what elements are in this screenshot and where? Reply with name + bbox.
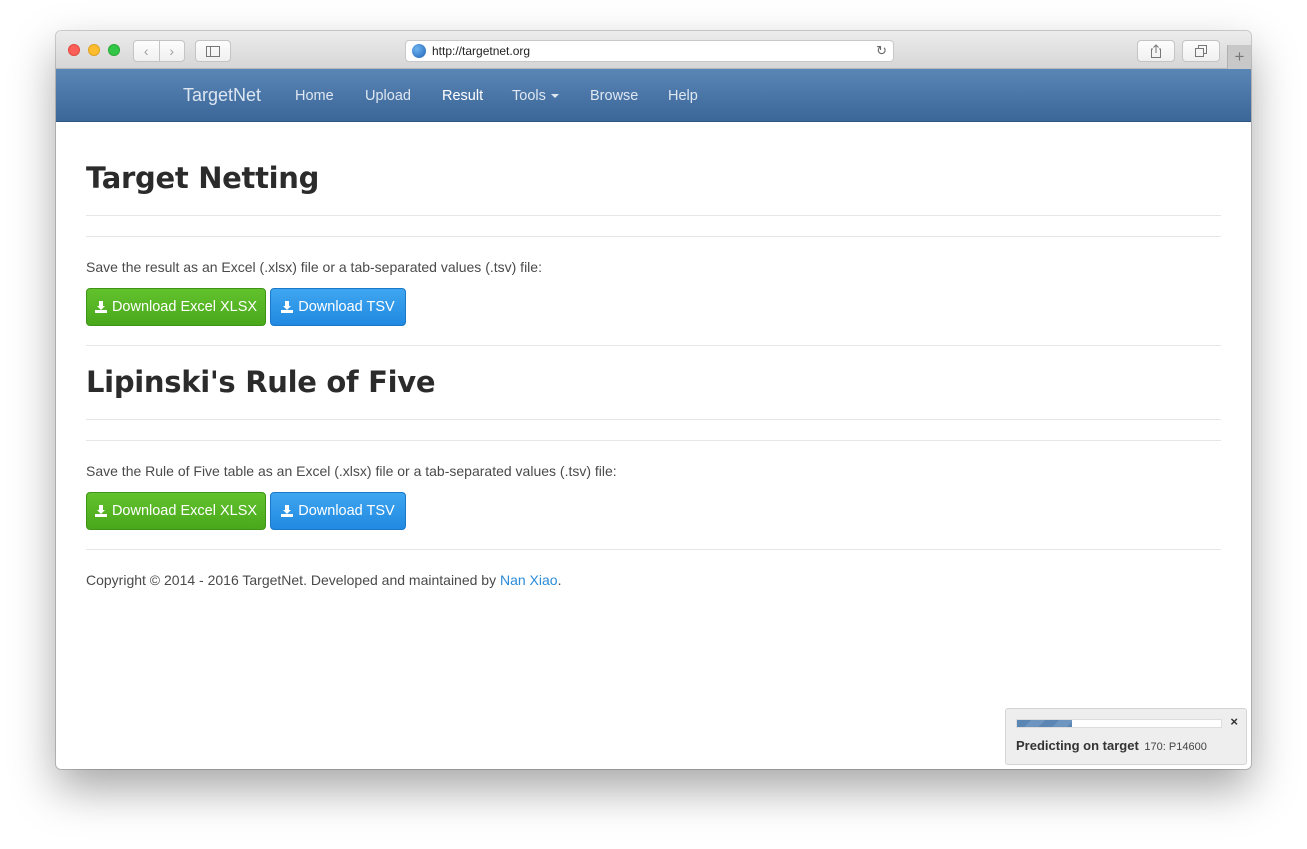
footer-end: . <box>557 572 562 588</box>
url-text: http://targetnet.org <box>432 44 531 58</box>
address-bar[interactable]: http://targetnet.org ↻ <box>405 40 894 62</box>
brand-link[interactable]: TargetNet <box>183 85 261 106</box>
close-window-button[interactable] <box>68 44 80 56</box>
site-navbar: TargetNet Home Upload Result Tools Brows… <box>56 69 1251 122</box>
divider <box>86 345 1221 346</box>
divider <box>86 440 1221 441</box>
button-label: Download Excel XLSX <box>111 299 258 315</box>
title-bar: ‹ › http://targetnet.org ↻ + <box>56 31 1251 69</box>
section-title-lipinski: Lipinski's Rule of Five <box>86 365 436 399</box>
caret-down-icon <box>550 94 559 99</box>
footer: Copyright © 2014 - 2016 TargetNet. Devel… <box>86 572 561 588</box>
divider <box>86 549 1221 550</box>
author-link[interactable]: Nan Xiao <box>500 572 558 588</box>
nav-tools-dropdown[interactable]: Tools <box>512 88 559 104</box>
nav-tools-label: Tools <box>512 88 546 104</box>
share-button[interactable] <box>1137 40 1175 62</box>
download-xlsx-button[interactable]: Download Excel XLSX <box>86 288 266 326</box>
chevron-left-icon[interactable]: ‹ <box>134 41 159 61</box>
progress-bar <box>1016 719 1222 728</box>
sidebar-icon <box>206 45 220 57</box>
progress-notification: × Predicting on target 170: P14600 <box>1005 708 1247 765</box>
reload-icon[interactable]: ↻ <box>876 43 887 59</box>
chevron-right-icon[interactable]: › <box>158 41 185 61</box>
download-icon <box>281 505 294 517</box>
tabs-icon <box>1195 45 1207 57</box>
progress-message: Predicting on target 170: P14600 <box>1016 738 1207 753</box>
nav-upload[interactable]: Upload <box>365 88 411 104</box>
divider <box>86 419 1221 420</box>
close-icon[interactable]: × <box>1230 714 1238 729</box>
history-nav: ‹ › <box>133 40 185 62</box>
divider <box>86 215 1221 216</box>
nav-browse[interactable]: Browse <box>590 88 638 104</box>
footer-text: Copyright © 2014 - 2016 TargetNet. Devel… <box>86 572 500 588</box>
sidebar-button[interactable] <box>195 40 231 62</box>
section-description: Save the Rule of Five table as an Excel … <box>86 463 617 479</box>
zoom-window-button[interactable] <box>108 44 120 56</box>
nav-result[interactable]: Result <box>442 88 483 104</box>
minimize-window-button[interactable] <box>88 44 100 56</box>
divider <box>86 236 1221 237</box>
button-label: Download TSV <box>298 299 395 315</box>
new-tab-button[interactable]: + <box>1227 45 1251 69</box>
browser-window: ‹ › http://targetnet.org ↻ + TargetNet H… <box>56 31 1251 769</box>
progress-label: Predicting on target <box>1016 738 1139 753</box>
download-icon <box>94 301 107 313</box>
download-tsv-button[interactable]: Download TSV <box>270 288 406 326</box>
section-description: Save the result as an Excel (.xlsx) file… <box>86 259 542 275</box>
section-title-target-netting: Target Netting <box>86 161 320 195</box>
download-icon <box>94 505 107 517</box>
globe-icon <box>412 44 426 58</box>
nav-help[interactable]: Help <box>668 88 698 104</box>
share-icon <box>1151 44 1161 58</box>
progress-detail: 170: P14600 <box>1144 741 1207 753</box>
download-tsv-button[interactable]: Download TSV <box>270 492 406 530</box>
tabs-button[interactable] <box>1182 40 1220 62</box>
nav-home[interactable]: Home <box>295 88 334 104</box>
progress-bar-fill <box>1017 720 1073 727</box>
download-xlsx-button[interactable]: Download Excel XLSX <box>86 492 266 530</box>
button-label: Download Excel XLSX <box>111 503 258 519</box>
button-label: Download TSV <box>298 503 395 519</box>
download-icon <box>281 301 294 313</box>
